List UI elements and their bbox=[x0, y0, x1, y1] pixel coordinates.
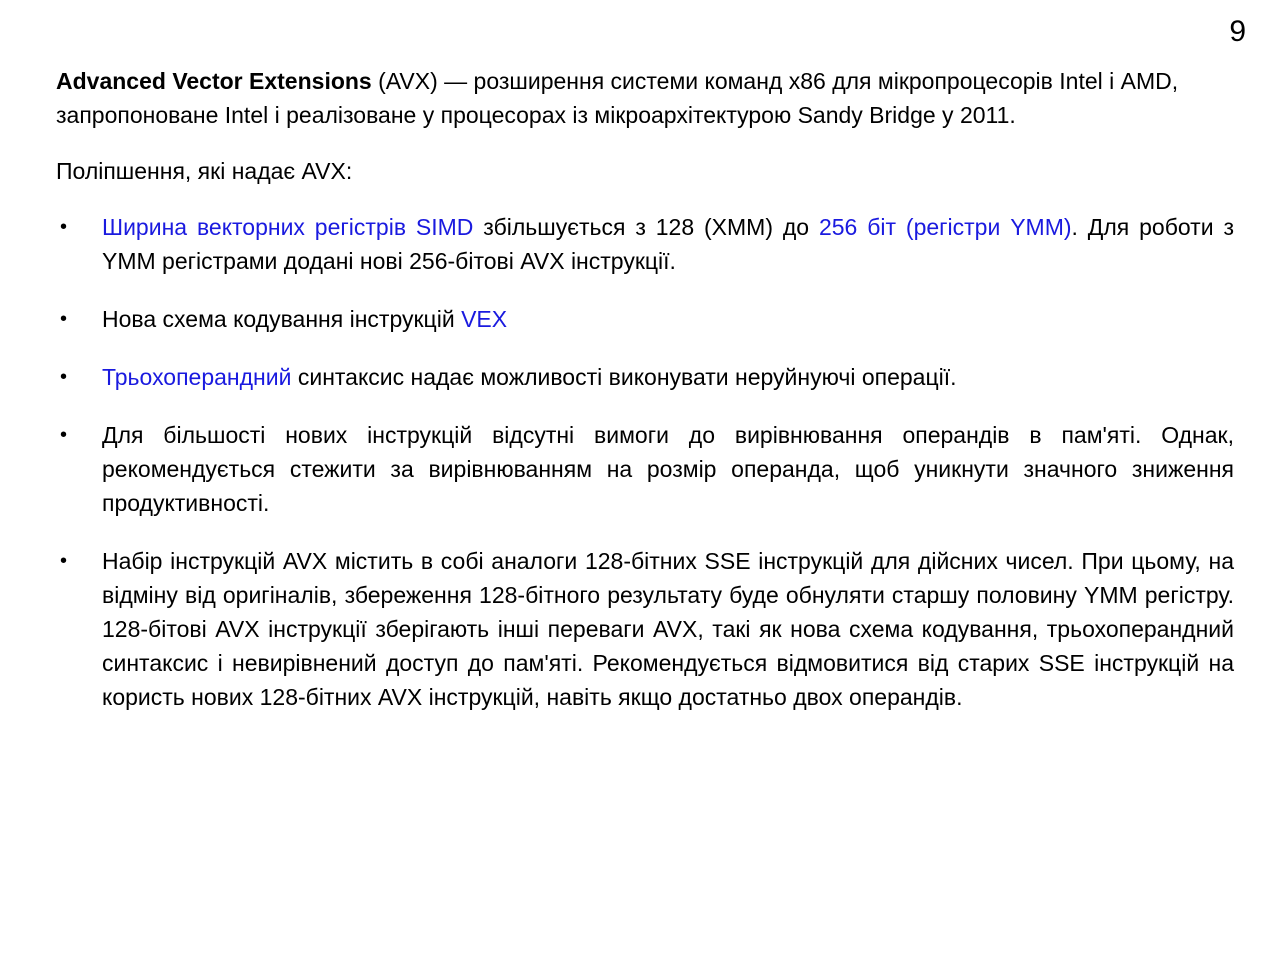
list-item-text: Для більшості нових інструкцій відсутні … bbox=[102, 422, 1234, 516]
improvements-lead: Поліпшення, які надає AVX: bbox=[56, 158, 353, 184]
list-item: • Для більшості нових інструкцій відсутн… bbox=[56, 418, 1234, 520]
list-item: • Трьохоперандний синтаксис надає можлив… bbox=[56, 360, 1234, 394]
bullet-icon: • bbox=[60, 550, 68, 572]
list-item: • Набір інструкцій AVX містить в собі ан… bbox=[56, 544, 1234, 714]
link-three-operand[interactable]: Трьохоперандний bbox=[102, 364, 291, 390]
link-ymm-registers[interactable]: 256 біт (регістри YMM) bbox=[819, 214, 1072, 240]
bullet-icon: • bbox=[60, 424, 68, 446]
page-number: 9 bbox=[1229, 15, 1246, 48]
list-item-text: збільшується з 128 (XMM) до bbox=[473, 214, 819, 240]
link-vex[interactable]: VEX bbox=[461, 306, 507, 332]
improvements-list: • Ширина векторних регістрів SIMD збільш… bbox=[56, 210, 1234, 714]
list-item: • Нова схема кодування інструкцій VEX bbox=[56, 302, 1234, 336]
list-item-text: синтаксис надає можливості виконувати не… bbox=[291, 364, 957, 390]
bullet-icon: • bbox=[60, 366, 68, 388]
link-simd-width[interactable]: Ширина векторних регістрів SIMD bbox=[102, 214, 473, 240]
document-body: Advanced Vector Extensions (AVX) — розши… bbox=[56, 64, 1234, 738]
list-item-text: Набір інструкцій AVX містить в собі анал… bbox=[102, 548, 1234, 710]
list-item: • Ширина векторних регістрів SIMD збільш… bbox=[56, 210, 1234, 278]
bullet-icon: • bbox=[60, 216, 68, 238]
intro-paragraph: Advanced Vector Extensions (AVX) — розши… bbox=[56, 64, 1234, 132]
intro-term: Advanced Vector Extensions bbox=[56, 68, 372, 94]
bullet-icon: • bbox=[60, 308, 68, 330]
list-item-text: Нова схема кодування інструкцій bbox=[102, 306, 462, 332]
